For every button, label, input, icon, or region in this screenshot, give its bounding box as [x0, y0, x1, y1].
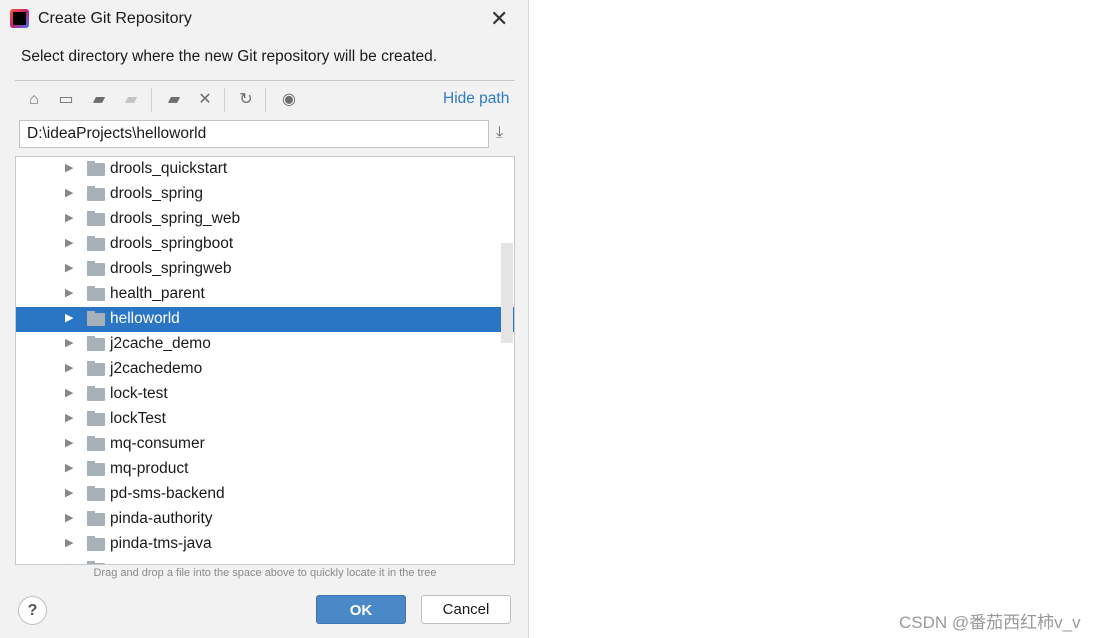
cancel-button[interactable]: Cancel: [421, 595, 511, 624]
folder-icon: [87, 486, 105, 501]
expand-arrow-icon[interactable]: ▶: [65, 386, 73, 399]
folder-icon: [87, 286, 105, 301]
expand-arrow-icon[interactable]: ▶: [65, 186, 73, 199]
new-folder-icon[interactable]: ▰: [163, 89, 185, 111]
delete-icon[interactable]: ✕: [194, 89, 216, 111]
folder-icon: [87, 436, 105, 451]
expand-arrow-icon[interactable]: ▶: [65, 161, 73, 174]
show-hidden-icon[interactable]: ◉: [278, 89, 300, 111]
tree-item[interactable]: ▶ mq-product: [16, 457, 514, 482]
module-folder-icon[interactable]: ▰: [120, 89, 142, 111]
tree-item-label: helloworld: [110, 310, 180, 327]
dialog-title: Create Git Repository: [38, 10, 192, 27]
expand-arrow-icon[interactable]: ▶: [65, 486, 73, 499]
desktop-icon[interactable]: ▭: [55, 89, 77, 111]
expand-arrow-icon[interactable]: ▶: [65, 211, 73, 224]
tree-item[interactable]: ▶ drools_springweb: [16, 257, 514, 282]
tree-item-label: pinda-tms-java: [110, 535, 212, 552]
tree-item-label: pd-sms-backend: [110, 485, 225, 502]
directory-tree[interactable]: ▶ ▶ pinda-tms-java ▶ pinda-authority ▶ pd-sms-…: [15, 156, 515, 565]
close-icon[interactable]: ✕: [490, 6, 508, 32]
tree-item[interactable]: ▶ drools_spring_web: [16, 207, 514, 232]
tree-item-partial[interactable]: ▶: [16, 557, 514, 564]
tree-item[interactable]: ▶ drools_springboot: [16, 232, 514, 257]
expand-arrow-icon[interactable]: ▶: [65, 261, 73, 274]
divider: [151, 88, 152, 112]
scrollbar[interactable]: [501, 243, 513, 343]
tree-item[interactable]: ▶ drools_spring: [16, 182, 514, 207]
divider: [265, 88, 266, 112]
tree-item-label: mq-product: [110, 460, 189, 477]
expand-arrow-icon[interactable]: ▶: [65, 561, 73, 564]
tree-item[interactable]: ▶ lock-test: [16, 382, 514, 407]
folder-icon: [87, 161, 105, 176]
expand-arrow-icon[interactable]: ▶: [65, 236, 73, 249]
project-folder-icon[interactable]: ▰: [88, 89, 110, 111]
expand-arrow-icon[interactable]: ▶: [65, 411, 73, 424]
watermark: CSDN @番茄西红柿v_v: [899, 613, 1081, 632]
tree-item-label: drools_quickstart: [110, 160, 228, 177]
tree-item[interactable]: ▶ pinda-authority: [16, 507, 514, 532]
download-icon[interactable]: ⤓: [496, 124, 503, 142]
divider: [15, 80, 515, 81]
path-input[interactable]: D:\ideaProjects\helloworld: [19, 120, 489, 148]
tree-item-label: pinda-authority: [110, 510, 213, 527]
refresh-icon[interactable]: ↻: [235, 89, 257, 111]
home-icon[interactable]: ⌂: [23, 89, 45, 111]
hide-path-link[interactable]: Hide path: [443, 90, 509, 108]
drag-drop-hint: Drag and drop a file into the space abov…: [93, 567, 437, 579]
tree-item-label: lockTest: [110, 410, 166, 427]
tree-item[interactable]: ▶ health_parent: [16, 282, 514, 307]
folder-icon: [87, 336, 105, 351]
folder-icon: [87, 186, 105, 201]
expand-arrow-icon[interactable]: ▶: [65, 361, 73, 374]
tree-item-label: drools_spring: [110, 185, 204, 202]
folder-icon: [87, 561, 105, 564]
folder-icon: [87, 386, 105, 401]
tree-item-label: drools_springboot: [110, 235, 234, 252]
tree-item-label: j2cachedemo: [110, 360, 203, 377]
folder-icon: [87, 236, 105, 251]
tree-item-label: drools_spring_web: [110, 210, 241, 227]
divider: [224, 88, 225, 112]
folder-icon: [87, 536, 105, 551]
ok-button[interactable]: OK: [316, 595, 406, 624]
expand-arrow-icon[interactable]: ▶: [65, 436, 73, 449]
folder-icon: [87, 461, 105, 476]
tree-item-label: mq-consumer: [110, 435, 205, 452]
create-git-repository-dialog: Create Git Repository ✕ Select directory…: [0, 0, 529, 638]
expand-arrow-icon[interactable]: ▶: [65, 536, 73, 549]
tree-item-label: j2cache_demo: [110, 335, 211, 352]
tree-item[interactable]: ▶ mq-consumer: [16, 432, 514, 457]
folder-icon: [87, 411, 105, 426]
folder-icon: [87, 311, 105, 326]
tree-item[interactable]: ▶ lockTest: [16, 407, 514, 432]
tree-item[interactable]: ▶ drools_quickstart: [16, 157, 514, 182]
help-button[interactable]: ?: [18, 596, 47, 625]
tree-item[interactable]: ▶ helloworld: [16, 307, 514, 332]
expand-arrow-icon[interactable]: ▶: [65, 311, 73, 324]
tree-item-label: drools_springweb: [110, 260, 232, 277]
intellij-logo-icon: [10, 9, 29, 28]
folder-icon: [87, 511, 105, 526]
expand-arrow-icon[interactable]: ▶: [65, 286, 73, 299]
tree-item[interactable]: ▶ j2cachedemo: [16, 357, 514, 382]
folder-icon: [87, 361, 105, 376]
folder-icon: [87, 211, 105, 226]
tree-item-label: lock-test: [110, 385, 168, 402]
expand-arrow-icon[interactable]: ▶: [65, 336, 73, 349]
expand-arrow-icon[interactable]: ▶: [65, 461, 73, 474]
tree-item-label: health_parent: [110, 285, 205, 302]
tree-item[interactable]: ▶ j2cache_demo: [16, 332, 514, 357]
tree-item[interactable]: ▶ pinda-tms-java: [16, 532, 514, 557]
dialog-message: Select directory where the new Git repos…: [21, 48, 438, 65]
expand-arrow-icon[interactable]: ▶: [65, 511, 73, 524]
tree-item[interactable]: ▶ pd-sms-backend: [16, 482, 514, 507]
folder-icon: [87, 261, 105, 276]
